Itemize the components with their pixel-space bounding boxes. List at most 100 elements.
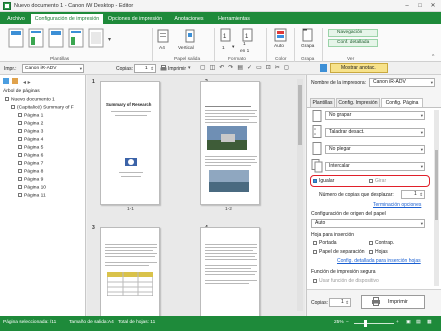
tab-print-settings[interactable]: Configuración de impresión	[31, 14, 103, 24]
settings-content: No grapar ▾ Taladrar desact. ▾ No plegar ▾ …	[307, 107, 441, 317]
printer-name-select[interactable]: Canon iR-ADV ▾	[369, 78, 435, 87]
tab-tools[interactable]: Herramientas	[212, 14, 256, 24]
separator-checkbox[interactable]: Papel de separación	[313, 249, 365, 255]
photo-image	[207, 126, 247, 150]
staple-icon[interactable]	[301, 28, 315, 42]
page-number: 3	[92, 225, 95, 231]
tree-page-item[interactable]: Página 10	[18, 185, 46, 190]
sides-dropdown-icon[interactable]: ▾	[232, 45, 234, 50]
annotation-icon[interactable]	[320, 64, 327, 72]
preview-scrollbar[interactable]	[297, 79, 303, 311]
print-icon[interactable]	[160, 65, 167, 72]
multi-page-icon[interactable]: ▦	[427, 320, 432, 325]
page-label: 1-1	[127, 207, 134, 212]
tab-annotations[interactable]: Anotaciones	[168, 14, 210, 24]
color-value[interactable]: Auto	[274, 44, 284, 49]
photo-image	[209, 170, 249, 192]
collapse-ribbon-icon[interactable]: ^	[432, 54, 434, 60]
zoom-out-icon[interactable]: −	[346, 320, 349, 325]
orientation-icon[interactable]	[184, 29, 196, 43]
status-bar: Página seleccionada: /11 Tamaño de salid…	[0, 316, 441, 331]
punch-select[interactable]: Taladrar desact. ▾	[325, 128, 425, 137]
page-thumbnail[interactable]	[200, 81, 260, 205]
minimize-icon[interactable]: –	[401, 1, 413, 11]
staple-option-icon	[312, 110, 322, 122]
orientation-value[interactable]: Vertical	[178, 46, 194, 51]
tree-page-item[interactable]: Página 6	[18, 153, 43, 158]
page-thumbnail[interactable]	[100, 227, 160, 319]
color-icon[interactable]	[274, 28, 288, 42]
paper-origin-label: Configuración de origen del papel	[311, 211, 386, 217]
tab-print-options[interactable]: Opciones de impresión	[105, 14, 165, 24]
print-dropdown-icon[interactable]: ▾	[188, 65, 191, 71]
cover-checkbox[interactable]: Portada	[313, 240, 337, 246]
shift-copies-stepper[interactable]: 1 ⇕	[401, 190, 425, 199]
toolbar-icon-row[interactable]: ▢◫↶↷▤✓▭⊡✂◻	[200, 64, 318, 73]
navigation-toggle[interactable]: Navegación	[328, 29, 378, 37]
fit-page-icon[interactable]: ▣	[406, 320, 411, 325]
sides-value[interactable]: 1	[222, 46, 225, 51]
tree-document[interactable]: (Capitalicé) Summary of F	[11, 105, 74, 110]
staple-value[interactable]: Grapa	[301, 44, 314, 49]
layout-icon[interactable]: 1	[241, 28, 255, 42]
tree-page-item[interactable]: Página 7	[18, 161, 43, 166]
tree-page-item[interactable]: Página 5	[18, 145, 43, 150]
tree-root[interactable]: Nuevo documento 1	[5, 97, 55, 102]
girar-checkbox[interactable]: Girar	[369, 178, 386, 184]
page-thumbnail[interactable]	[200, 227, 260, 319]
copies-stepper[interactable]: 1 ⇕	[134, 64, 156, 73]
tree-page-item[interactable]: Página 11	[18, 193, 46, 198]
output-size-status: Tamaño de salida:A4	[69, 320, 114, 325]
svg-text:◂ ▸: ◂ ▸	[23, 80, 31, 85]
tree-toolbar[interactable]: ◂ ▸	[3, 78, 83, 85]
template-gallery[interactable]: ▾	[8, 28, 118, 50]
paper-size-value[interactable]: A4	[159, 46, 165, 51]
tab-plantillas[interactable]: Plantillas	[310, 98, 335, 107]
tab-config-pagina[interactable]: Config. Página	[381, 98, 423, 107]
maximize-icon[interactable]: □	[414, 1, 426, 11]
fold-select[interactable]: No plegar ▾	[325, 145, 425, 154]
insert-detail-link[interactable]: Config. detallada para inserción hojas	[337, 258, 421, 264]
tree-page-item[interactable]: Página 3	[18, 129, 43, 134]
show-annotations-button[interactable]: Mostrar anotac.	[330, 63, 388, 73]
zoom-in-icon[interactable]: +	[396, 320, 399, 325]
tab-archivo[interactable]: Archivo	[2, 14, 30, 24]
svg-text:▾: ▾	[108, 37, 111, 43]
preview-area[interactable]: 1 Summary of Research 1-1 2 1-2 3 4	[87, 75, 305, 319]
paper-size-icon[interactable]	[157, 29, 169, 43]
tree-page-item[interactable]: Página 4	[18, 137, 43, 142]
insert-sheet-label: Hoja para inserción	[311, 232, 355, 238]
finishing-options-link[interactable]: Terminación opciones	[373, 202, 421, 208]
paper-origin-select[interactable]: Auto ▾	[311, 219, 425, 228]
toolbar: Impr.: Canon iR-ADV ▾ Copias: 1 ⇕ Imprimir…	[0, 62, 441, 75]
tree-page-item[interactable]: Página 1	[18, 113, 43, 118]
sheets-checkbox[interactable]: Hojas	[369, 249, 388, 255]
detail-settings-toggle[interactable]: Conf. detallada	[328, 39, 378, 47]
page-thumbnail[interactable]: Summary of Research	[100, 81, 160, 205]
staple-select[interactable]: No grapar ▾	[325, 111, 425, 120]
printer-select[interactable]: Canon iR-ADV ▾	[22, 64, 84, 73]
zoom-slider[interactable]	[354, 323, 394, 324]
secure-print-label: Función de impresión segura	[311, 269, 376, 275]
layout-value-top[interactable]: 1	[243, 42, 246, 47]
sides-icon[interactable]: 1	[219, 28, 233, 42]
printer-label: Impr.:	[4, 66, 17, 72]
settings-scrollbar[interactable]	[434, 110, 439, 286]
tree-page-item[interactable]: Página 8	[18, 169, 43, 174]
tree-page-item[interactable]: Página 9	[18, 177, 43, 182]
igualar-checkbox[interactable]: Igualar	[313, 178, 334, 184]
tab-config-impresion[interactable]: Config. Impresión	[336, 98, 380, 107]
collate-select[interactable]: Intercalar ▾	[325, 162, 425, 171]
back-cover-checkbox[interactable]: Contrap.	[369, 240, 394, 246]
fit-width-icon[interactable]: ▤	[416, 320, 421, 325]
toolbar-print-button[interactable]: Imprimir	[168, 66, 186, 72]
zoom-slider-thumb[interactable]	[364, 320, 367, 327]
app-icon	[3, 2, 11, 10]
close-icon[interactable]: ✕	[427, 1, 439, 11]
secure-print-checkbox[interactable]: Usar función de dispositivo	[313, 278, 379, 284]
fold-option-icon	[312, 142, 322, 155]
punch-option-icon	[312, 125, 322, 138]
layout-value-bottom[interactable]: en 1	[240, 49, 249, 54]
bottom-copies-stepper[interactable]: 1 ⇕	[329, 298, 351, 307]
tree-page-item[interactable]: Página 2	[18, 121, 43, 126]
